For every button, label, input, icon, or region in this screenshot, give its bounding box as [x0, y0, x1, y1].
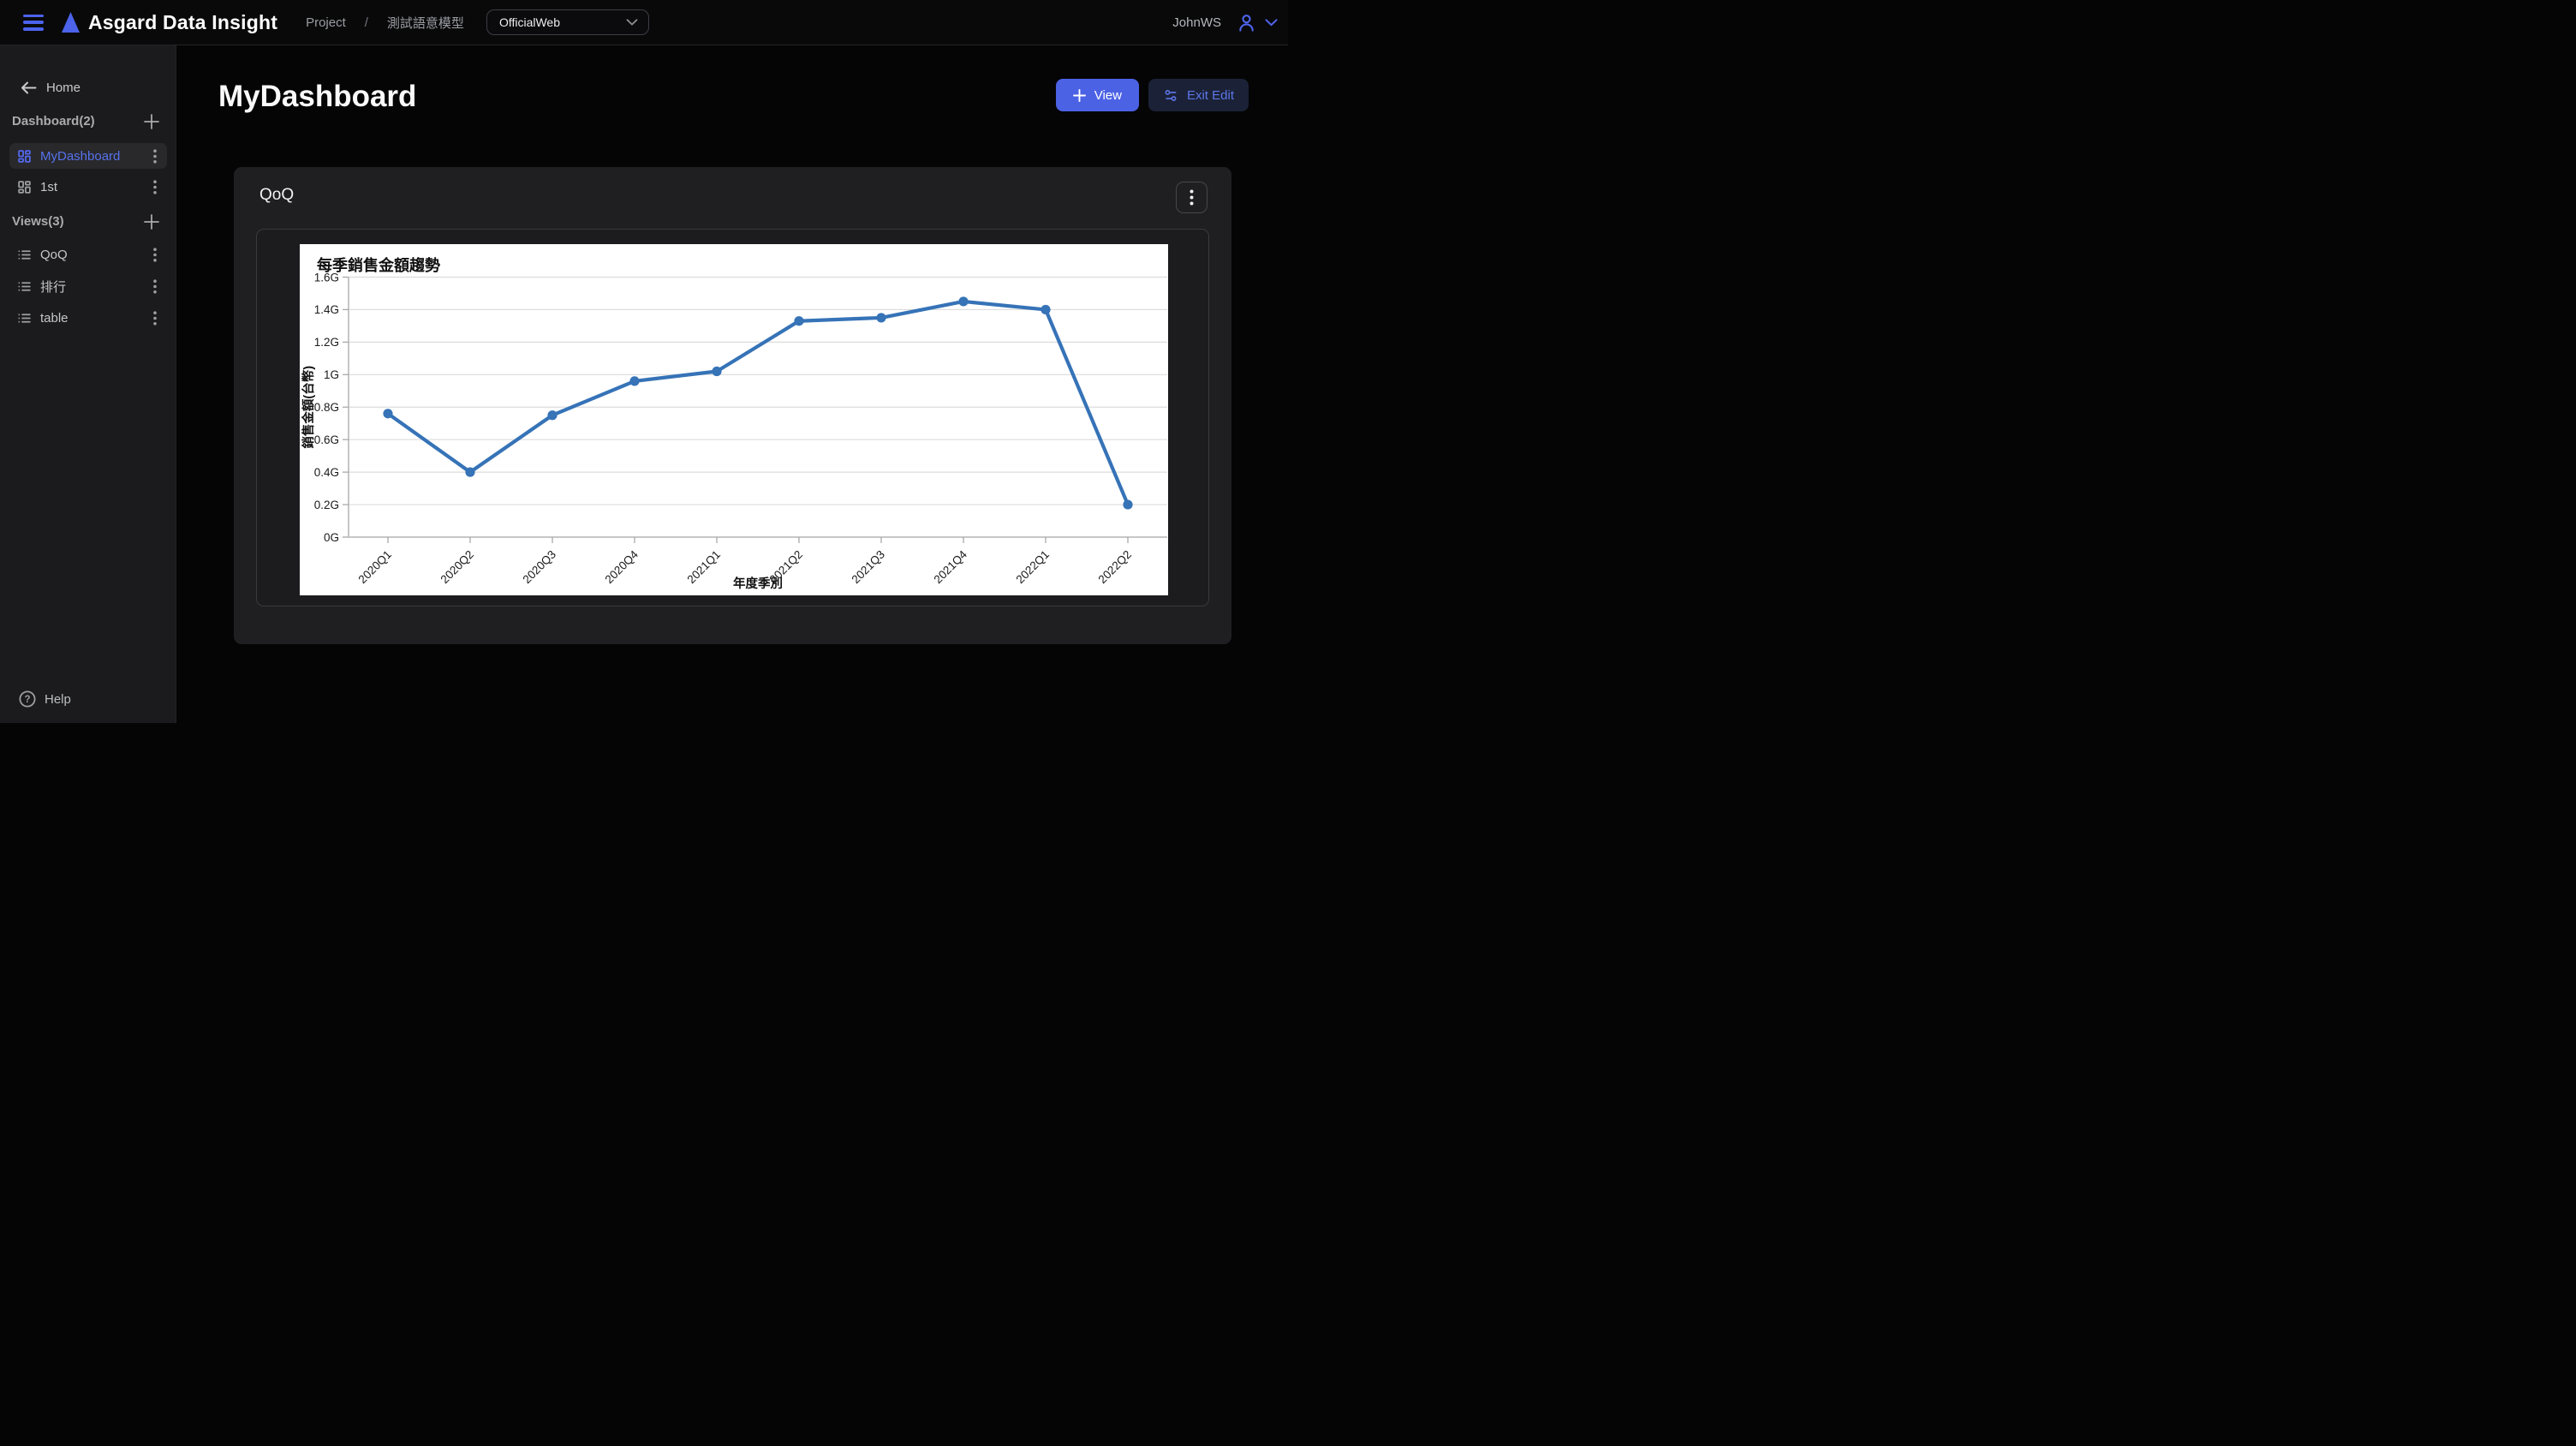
sliders-icon [1163, 88, 1178, 103]
header-actions: View Exit Edit [1056, 79, 1249, 111]
sidebar-item-1st[interactable]: 1st [9, 174, 167, 200]
add-view-header-button[interactable]: View [1056, 79, 1139, 111]
svg-text:2020Q3: 2020Q3 [521, 548, 559, 587]
workspace-select-value: OfficialWeb [499, 15, 560, 29]
svg-text:1.4G: 1.4G [314, 303, 339, 316]
sidebar-item-label: table [40, 311, 69, 326]
dashboard-icon [17, 180, 32, 194]
dashboards-section-title: Dashboard(2) [12, 114, 95, 128]
sidebar-item-ranking[interactable]: 排行 [9, 273, 167, 299]
user-menu-chevron-icon[interactable] [1265, 19, 1278, 27]
sidebar-item-table[interactable]: table [9, 305, 167, 331]
svg-text:銷售金額(台幣): 銷售金額(台幣) [301, 366, 316, 449]
list-icon [17, 279, 32, 294]
logo-triangle-icon [62, 12, 80, 33]
sidebar-item-mydashboard[interactable]: MyDashboard [9, 143, 167, 169]
home-button[interactable]: Home [21, 78, 176, 97]
item-kebab-menu[interactable] [151, 178, 159, 196]
sidebar-item-label: MyDashboard [40, 149, 120, 164]
add-view-button[interactable] [143, 213, 160, 230]
help-button[interactable]: ? Help [19, 690, 71, 708]
chevron-down-icon [626, 19, 638, 26]
sidebar-item-label: 1st [40, 180, 57, 194]
item-kebab-menu[interactable] [151, 309, 159, 327]
sidebar-item-label: 排行 [40, 278, 66, 296]
top-navbar: Asgard Data Insight Project / 測試語意模型 Off… [0, 0, 1288, 45]
views-section-title: Views(3) [12, 214, 64, 229]
user-avatar-icon[interactable] [1237, 13, 1256, 33]
menu-icon[interactable] [23, 15, 44, 31]
svg-text:0.6G: 0.6G [314, 433, 339, 446]
page-title: MyDashboard [218, 80, 416, 114]
chart-container: 0G0.2G0.4G0.6G0.8G1G1.2G1.4G1.6G2020Q120… [256, 229, 1209, 606]
line-chart-svg: 0G0.2G0.4G0.6G0.8G1G1.2G1.4G1.6G2020Q120… [300, 244, 1168, 595]
views-section-header: Views(3) [12, 212, 160, 230]
svg-text:2021Q4: 2021Q4 [932, 547, 970, 586]
widget-title: QoQ [259, 186, 294, 205]
dashboards-section-header: Dashboard(2) [12, 112, 160, 130]
svg-text:0.8G: 0.8G [314, 401, 339, 414]
qoq-chart: 0G0.2G0.4G0.6G0.8G1G1.2G1.4G1.6G2020Q120… [300, 244, 1168, 595]
view-button-label: View [1094, 88, 1122, 103]
svg-text:2021Q3: 2021Q3 [850, 548, 888, 587]
help-label: Help [45, 692, 71, 707]
exit-edit-button-label: Exit Edit [1187, 88, 1234, 103]
svg-text:1.2G: 1.2G [314, 336, 339, 349]
app-title: Asgard Data Insight [88, 11, 277, 34]
item-kebab-menu[interactable] [151, 246, 159, 264]
svg-text:年度季別: 年度季別 [733, 576, 783, 591]
main-content: MyDashboard View Exit Edit QoQ [176, 45, 1288, 723]
navbar-right: JohnWS [1172, 13, 1278, 33]
qoq-widget-card: QoQ 0G0.2G0.4G0.6G0.8G1G1.2G1.4G1.6G2020… [234, 167, 1231, 644]
svg-text:2020Q2: 2020Q2 [438, 548, 477, 587]
breadcrumb-model[interactable]: 測試語意模型 [387, 14, 464, 32]
app-root: Asgard Data Insight Project / 測試語意模型 Off… [0, 0, 1288, 723]
svg-text:?: ? [24, 695, 30, 705]
breadcrumb-project[interactable]: Project [306, 15, 346, 30]
back-arrow-icon [21, 81, 37, 94]
svg-text:0.2G: 0.2G [314, 499, 339, 511]
add-dashboard-button[interactable] [143, 113, 160, 130]
help-icon: ? [19, 690, 36, 708]
svg-text:2022Q2: 2022Q2 [1096, 548, 1135, 587]
sidebar-item-label: QoQ [40, 248, 68, 262]
svg-text:2021Q1: 2021Q1 [685, 548, 724, 587]
user-name: JohnWS [1172, 15, 1221, 30]
svg-text:0.4G: 0.4G [314, 466, 339, 479]
sidebar-item-qoq[interactable]: QoQ [9, 242, 167, 267]
exit-edit-button[interactable]: Exit Edit [1148, 79, 1249, 111]
views-list: QoQ 排行 table [9, 242, 167, 331]
home-label: Home [46, 81, 80, 95]
svg-text:0G: 0G [324, 531, 339, 544]
breadcrumb-separator: / [365, 15, 368, 30]
item-kebab-menu[interactable] [151, 147, 159, 165]
svg-text:每季銷售金額趨勢: 每季銷售金額趨勢 [317, 256, 440, 274]
svg-text:2020Q4: 2020Q4 [603, 547, 641, 586]
dashboard-list: MyDashboard 1st [9, 143, 167, 200]
item-kebab-menu[interactable] [151, 278, 159, 296]
dashboard-icon [17, 149, 32, 164]
plus-icon [1073, 89, 1086, 102]
svg-text:2022Q1: 2022Q1 [1014, 548, 1052, 587]
widget-kebab-menu-button[interactable] [1176, 182, 1208, 213]
workspace-select[interactable]: OfficialWeb [486, 9, 649, 35]
sidebar: Home Dashboard(2) MyDashboard [0, 45, 176, 723]
list-icon [17, 311, 32, 326]
svg-text:2020Q1: 2020Q1 [356, 548, 395, 587]
list-icon [17, 248, 32, 262]
svg-text:1G: 1G [324, 368, 339, 381]
